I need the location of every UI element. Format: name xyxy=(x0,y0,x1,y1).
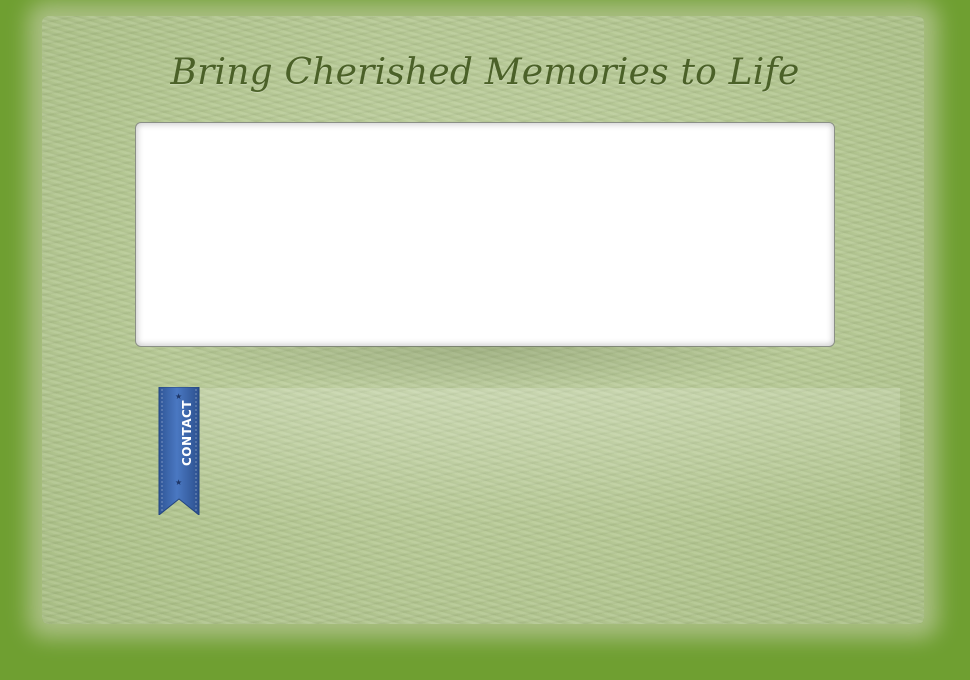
page-frame: Bring Cherished Memories to Life ★ ★ CON… xyxy=(0,0,970,680)
contact-ribbon-button[interactable]: ★ ★ CONTACT xyxy=(158,387,200,515)
slideshow-shadow xyxy=(180,346,790,390)
page-title: Bring Cherished Memories to Life xyxy=(170,52,800,93)
slideshow-panel xyxy=(135,122,835,347)
star-icon: ★ xyxy=(175,478,183,487)
ribbon-shape xyxy=(158,387,200,515)
star-icon: ★ xyxy=(175,392,183,401)
content-band xyxy=(200,388,900,518)
